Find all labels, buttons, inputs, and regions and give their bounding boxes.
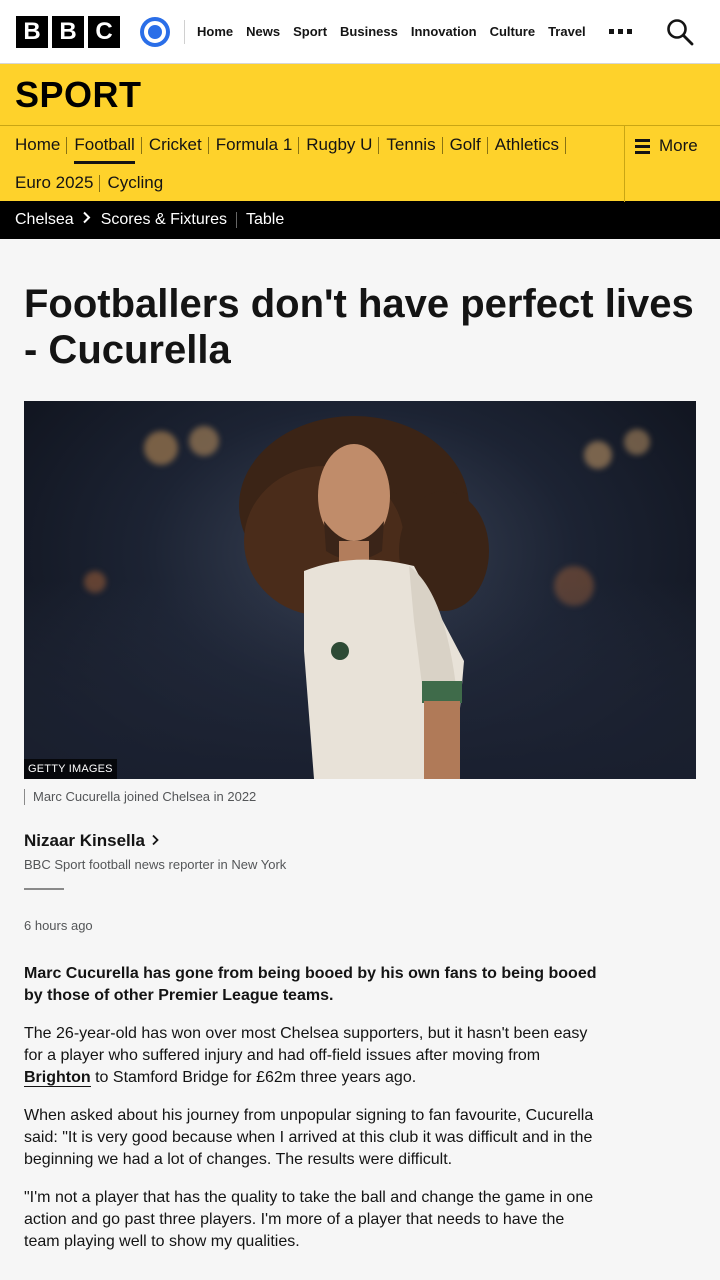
article-headline: Footballers don't have perfect lives - C… xyxy=(24,282,694,372)
author-role: BBC Sport football news reporter in New … xyxy=(24,857,287,872)
sport-nav-cricket[interactable]: Cricket xyxy=(149,126,209,164)
sport-nav-formula1[interactable]: Formula 1 xyxy=(216,126,300,164)
image-credit: GETTY IMAGES xyxy=(24,759,117,779)
hero-image: GETTY IMAGES xyxy=(24,401,696,779)
image-caption: Marc Cucurella joined Chelsea in 2022 xyxy=(24,789,696,805)
account-icon[interactable] xyxy=(140,16,170,47)
more-label: More xyxy=(659,136,698,155)
brighton-link[interactable]: Brighton xyxy=(24,1069,91,1087)
sport-nav-euro-2025[interactable]: Euro 2025 xyxy=(15,164,101,202)
team-name: Chelsea xyxy=(15,211,74,228)
body-paragraph: When asked about his journey from unpopu… xyxy=(24,1107,594,1168)
sport-nav-golf[interactable]: Golf xyxy=(450,126,488,164)
nav-business[interactable]: Business xyxy=(340,24,398,39)
body-paragraph: The 26-year-old has won over most Chelse… xyxy=(24,1023,604,1089)
sport-nav-row: Euro 2025 Cycling xyxy=(0,164,720,202)
paragraph-text: to Stamford Bridge for £62m three years … xyxy=(90,1069,417,1086)
nav-innovation[interactable]: Innovation xyxy=(411,24,477,39)
player-figure xyxy=(24,416,696,779)
more-button[interactable]: More xyxy=(624,126,720,202)
sport-nav: Home Football Cricket Formula 1 Rugby U … xyxy=(0,125,720,202)
nav-travel[interactable]: Travel xyxy=(548,24,586,39)
author-name: Nizaar Kinsella xyxy=(24,831,145,850)
chevron-right-icon xyxy=(151,831,159,851)
divider xyxy=(24,888,64,890)
sport-nav-row: Home Football Cricket Formula 1 Rugby U … xyxy=(0,126,720,164)
bbc-logo[interactable]: B B C xyxy=(16,15,120,48)
divider xyxy=(184,19,185,44)
logo-letter: B xyxy=(52,15,84,48)
body-paragraph: "I'm not a player that has the quality t… xyxy=(24,1189,594,1250)
nav-home[interactable]: Home xyxy=(197,24,233,39)
global-header: B B C Home News Sport Business Innovatio… xyxy=(0,0,720,64)
sport-nav-tennis[interactable]: Tennis xyxy=(386,126,443,164)
article-body: Marc Cucurella has gone from being booed… xyxy=(24,963,604,1253)
hamburger-icon xyxy=(635,139,650,157)
team-link[interactable]: Chelsea xyxy=(15,211,101,229)
table-link[interactable]: Table xyxy=(246,211,284,229)
timestamp: 6 hours ago xyxy=(24,918,93,933)
scores-fixtures-link[interactable]: Scores & Fixtures xyxy=(101,211,227,229)
byline: Nizaar Kinsella BBC Sport football news … xyxy=(24,831,696,872)
chevron-right-icon xyxy=(82,211,91,229)
sport-header: SPORT xyxy=(0,64,720,125)
sport-nav-football[interactable]: Football xyxy=(74,126,143,164)
global-nav: Home News Sport Business Innovation Cult… xyxy=(197,24,599,39)
section-title[interactable]: SPORT xyxy=(15,74,142,116)
nav-sport[interactable]: Sport xyxy=(293,24,327,39)
sport-nav-cycling[interactable]: Cycling xyxy=(107,164,170,202)
sport-nav-rugby-union[interactable]: Rugby U xyxy=(306,126,380,164)
team-bar: Chelsea Scores & Fixtures Table xyxy=(0,201,720,239)
nav-news[interactable]: News xyxy=(246,24,280,39)
lead-paragraph: Marc Cucurella has gone from being booed… xyxy=(24,965,597,1004)
author-link[interactable]: Nizaar Kinsella xyxy=(24,831,696,851)
logo-letter: C xyxy=(88,15,120,48)
divider xyxy=(235,212,237,228)
sport-nav-home[interactable]: Home xyxy=(15,126,68,164)
more-dots-icon[interactable] xyxy=(608,29,632,34)
search-icon[interactable] xyxy=(666,18,694,51)
sport-nav-athletics[interactable]: Athletics xyxy=(495,126,567,164)
logo-letter: B xyxy=(16,15,48,48)
nav-culture[interactable]: Culture xyxy=(490,24,536,39)
paragraph-text: The 26-year-old has won over most Chelse… xyxy=(24,1025,588,1064)
